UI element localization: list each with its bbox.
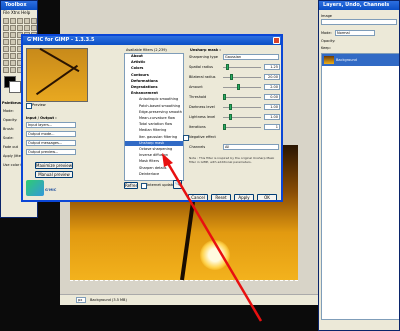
annotation-arrow [162, 153, 263, 322]
